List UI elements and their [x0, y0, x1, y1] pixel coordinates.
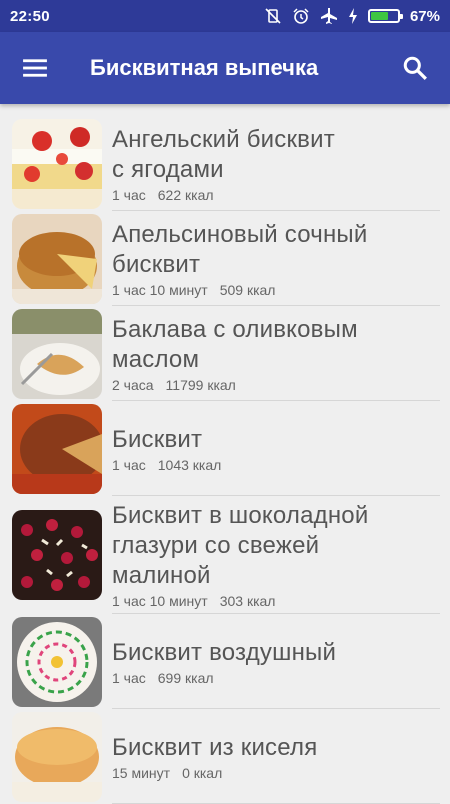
recipe-time: 15 минут: [112, 764, 171, 781]
recipe-thumbnail: [12, 213, 102, 304]
recipe-thumbnail: [12, 711, 102, 802]
recipe-thumbnail: [12, 510, 102, 600]
recipe-kcal: 11799 ккал: [165, 376, 236, 393]
recipe-kcal: 509 ккал: [219, 281, 276, 298]
recipe-thumbnail: [12, 118, 102, 209]
status-bar: 22:50 67%: [0, 0, 450, 32]
airplane-icon: [320, 7, 338, 25]
recipe-meta: 1 час 1043 ккал: [112, 457, 440, 473]
recipe-kcal: 699 ккал: [157, 669, 214, 686]
recipe-time: 1 час 10 минут: [112, 593, 208, 609]
recipe-time: 1 час 10 минут: [112, 281, 208, 298]
status-time: 22:50: [10, 7, 50, 25]
recipe-meta: 15 минут 0 ккал: [112, 765, 440, 781]
recipe-name: Апельсиновый сочный бисквит: [112, 220, 368, 278]
list-item[interactable]: Апельсиновый сочный бисквит 1 час 10 мину…: [0, 211, 450, 306]
recipe-kcal: 303 ккал: [219, 593, 276, 609]
search-button[interactable]: [380, 32, 450, 104]
recipe-kcal: 622 ккал: [157, 186, 214, 203]
list-item[interactable]: Бисквит 1 час 1043 ккал: [0, 401, 450, 496]
battery-icon: [367, 9, 403, 23]
vibrate-off-icon: [264, 7, 282, 25]
recipe-thumbnail: [12, 308, 102, 399]
recipe-thumbnail: [12, 403, 102, 494]
charging-icon: [348, 7, 358, 25]
alarm-icon: [292, 7, 310, 25]
recipe-meta: 1 час 10 минут 509 ккал: [112, 282, 440, 298]
list-item[interactable]: Баклава с оливковым маслом 2 часа 11799 кк…: [0, 306, 450, 401]
recipe-name: Бисквит: [112, 425, 203, 453]
recipe-time: 1 час: [112, 456, 146, 473]
hamburger-icon: [23, 59, 47, 77]
recipe-meta: 1 час 699 ккал: [112, 670, 440, 686]
recipe-meta: 1 час 10 минут 303 ккал: [112, 593, 440, 609]
recipe-kcal: 1043 ккал: [157, 456, 222, 473]
page-title: Бисквитная выпечка: [90, 55, 319, 80]
recipe-name: Бисквит из киселя: [112, 733, 318, 761]
recipe-name: Баклава с оливковым маслом: [112, 315, 358, 373]
menu-button[interactable]: [0, 32, 70, 104]
recipe-list: Ангельский бисквит с ягодами 1 час 622 кка…: [0, 116, 450, 804]
recipe-meta: 1 час 622 ккал: [112, 187, 440, 203]
recipe-kcal: 0 ккал: [182, 764, 223, 781]
recipe-time: 2 часа: [112, 376, 154, 393]
recipe-name: Бисквит в шоколадной глазури со свежей мал…: [112, 502, 369, 589]
recipe-name: Бисквит воздушный: [112, 638, 337, 666]
recipe-thumbnail: [12, 616, 102, 707]
recipe-time: 1 час: [112, 669, 146, 686]
battery-percent: 67%: [409, 7, 440, 25]
list-item[interactable]: Бисквит воздушный 1 час 699 ккал: [0, 614, 450, 709]
recipe-time: 1 час: [112, 186, 146, 203]
search-icon: [403, 56, 427, 80]
list-item[interactable]: Бисквит из киселя 15 минут 0 ккал: [0, 709, 450, 804]
list-item[interactable]: Ангельский бисквит с ягодами 1 час 622 кка…: [0, 116, 450, 211]
list-item[interactable]: Бисквит в шоколадной глазури со свежей мал…: [0, 496, 450, 614]
recipe-name: Ангельский бисквит с ягодами: [112, 125, 335, 183]
app-bar: Бисквитная выпечка: [0, 32, 450, 104]
recipe-meta: 2 часа 11799 ккал: [112, 377, 440, 393]
